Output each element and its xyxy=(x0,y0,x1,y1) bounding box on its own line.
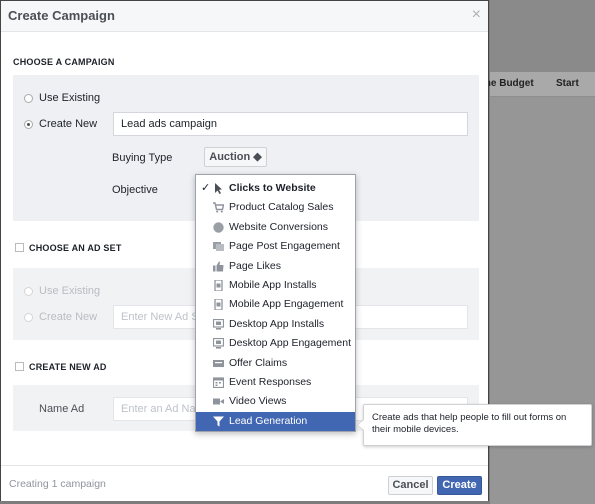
objective-option-lead-generation[interactable]: Lead Generation xyxy=(196,411,355,432)
objective-option-mobile-app-engagement[interactable]: Mobile App Engagement xyxy=(196,295,355,314)
option-label: Page Likes xyxy=(229,259,281,272)
globe-icon xyxy=(213,222,224,233)
option-label: Desktop App Installs xyxy=(229,317,325,330)
objective-option-desktop-app-installs[interactable]: Desktop App Installs xyxy=(196,315,355,334)
ad-section-title: CREATE NEW AD xyxy=(29,362,107,372)
dialog-footer: Creating 1 campaign Cancel Create xyxy=(1,465,488,501)
ad-set-section-checkbox[interactable] xyxy=(15,243,24,252)
objective-option-product-catalog-sales[interactable]: Product Catalog Sales xyxy=(196,198,355,217)
lead-generation-tooltip: Create ads that help people to fill out … xyxy=(357,404,592,446)
option-label: Video Views xyxy=(229,395,287,408)
funnel-icon xyxy=(213,416,224,427)
post-icon xyxy=(213,242,224,252)
ad-set-section-title: CHOOSE AN AD SET xyxy=(29,243,122,253)
create-button[interactable]: Create xyxy=(437,476,482,495)
dialog-header: Create Campaign × xyxy=(1,1,488,32)
option-label: Offer Claims xyxy=(229,356,288,369)
use-existing-campaign-radio[interactable] xyxy=(24,94,33,103)
ad-name-label: Name Ad xyxy=(39,403,85,415)
close-icon[interactable]: × xyxy=(472,6,481,24)
objective-option-page-likes[interactable]: Page Likes xyxy=(196,257,355,276)
option-label: Mobile App Installs xyxy=(229,279,317,291)
objective-dropdown-menu: ✓ Clicks to Website Product Catalog Sale… xyxy=(195,174,356,432)
campaign-section-title: CHOOSE A CAMPAIGN xyxy=(13,57,115,67)
objective-option-event-responses[interactable]: Event Responses xyxy=(196,373,355,392)
column-start: Start xyxy=(556,78,579,89)
use-existing-ad-set-radio[interactable] xyxy=(24,287,33,296)
ad-section-checkbox[interactable] xyxy=(15,362,24,371)
phone-icon xyxy=(214,280,223,291)
objective-option-website-conversions[interactable]: Website Conversions xyxy=(196,218,355,237)
video-icon xyxy=(213,398,224,405)
objective-option-desktop-app-engagement[interactable]: Desktop App Engagement xyxy=(196,334,355,353)
objective-option-mobile-app-installs[interactable]: Mobile App Installs xyxy=(196,276,355,295)
monitor-icon xyxy=(213,318,224,330)
thumbs-up-icon xyxy=(213,261,224,272)
option-label: Product Catalog Sales xyxy=(229,201,334,214)
objective-option-clicks-to-website[interactable]: ✓ Clicks to Website xyxy=(196,179,355,198)
use-existing-campaign-label[interactable]: Use Existing xyxy=(39,92,100,104)
background-table-header: me Budget Start xyxy=(482,72,595,97)
dialog-title: Create Campaign xyxy=(8,8,115,23)
footer-status: Creating 1 campaign xyxy=(9,478,106,490)
create-new-campaign-radio[interactable] xyxy=(24,120,33,129)
use-existing-ad-set-label[interactable]: Use Existing xyxy=(39,285,100,297)
calendar-icon xyxy=(213,377,224,388)
offer-icon xyxy=(213,359,224,367)
objective-option-offer-claims[interactable]: Offer Claims xyxy=(196,354,355,373)
objective-option-video-views[interactable]: Video Views xyxy=(196,392,355,411)
objective-label: Objective xyxy=(112,184,158,196)
create-new-ad-set-radio[interactable] xyxy=(24,313,33,322)
cursor-icon xyxy=(215,183,222,194)
option-label: Page Post Engagement xyxy=(229,240,340,253)
option-label: Mobile App Engagement xyxy=(229,298,344,311)
objective-option-page-post-engagement[interactable]: Page Post Engagement xyxy=(196,237,355,256)
checkmark-icon: ✓ xyxy=(201,182,211,194)
phone-icon xyxy=(214,299,223,311)
option-label: Website Conversions xyxy=(229,220,329,233)
buying-type-label: Buying Type xyxy=(112,152,173,164)
option-label: Lead Generation xyxy=(229,414,308,427)
buying-type-select[interactable]: Auction ◆ xyxy=(204,147,267,167)
monitor-icon xyxy=(213,338,224,349)
column-budget: me Budget xyxy=(482,78,534,89)
cart-icon xyxy=(213,202,224,213)
option-label: Event Responses xyxy=(229,376,312,388)
campaign-name-input[interactable] xyxy=(113,112,468,136)
create-new-ad-set-label[interactable]: Create New xyxy=(39,311,97,323)
create-new-campaign-label[interactable]: Create New xyxy=(39,118,97,130)
cancel-button[interactable]: Cancel xyxy=(388,476,433,495)
option-label: Desktop App Engagement xyxy=(229,337,352,350)
option-label: Clicks to Website xyxy=(229,182,316,194)
